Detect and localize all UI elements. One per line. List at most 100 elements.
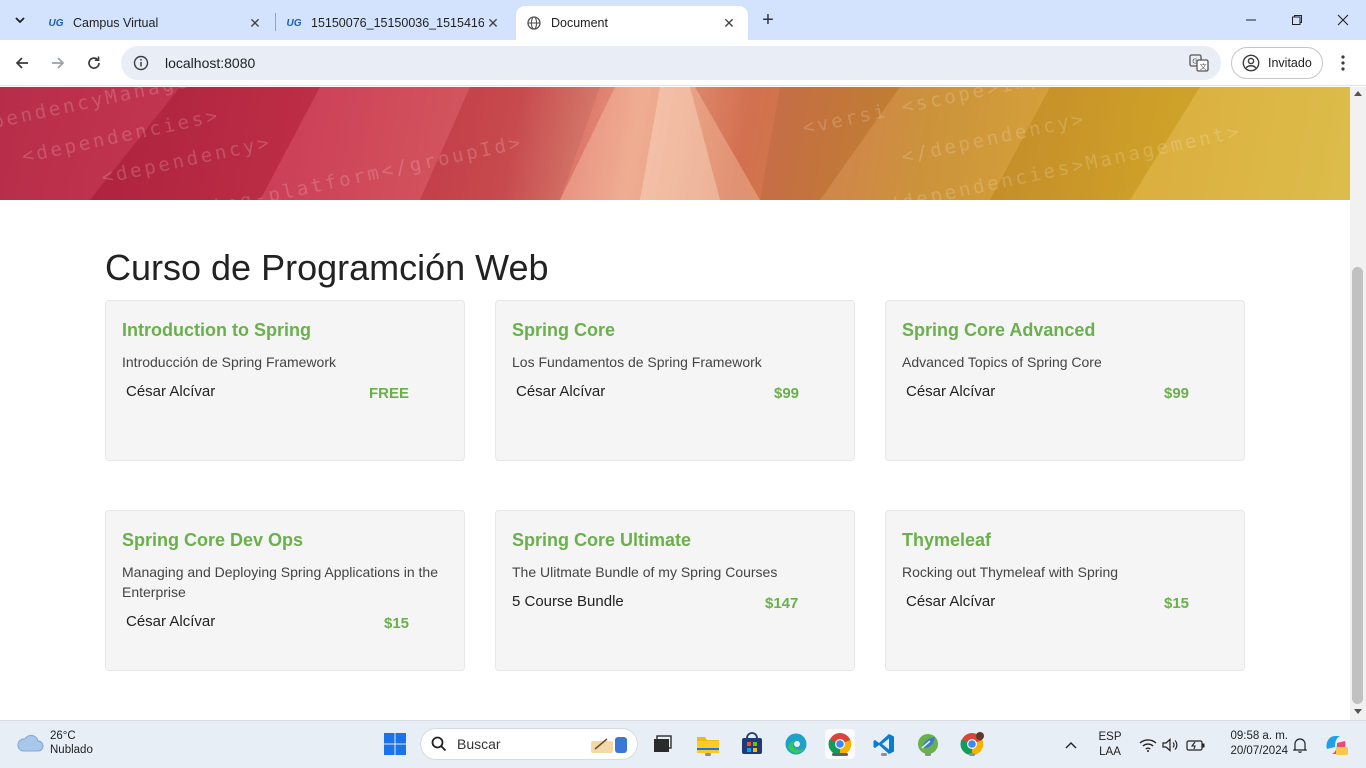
reload-icon xyxy=(88,56,100,69)
copilot-button[interactable] xyxy=(1320,721,1352,768)
course-author: César Alcívar xyxy=(906,383,996,400)
arrow-left-icon xyxy=(15,57,28,69)
back-button[interactable] xyxy=(8,49,36,77)
course-card[interactable]: Introduction to Spring Introducción de S… xyxy=(105,300,465,461)
vscode-button[interactable] xyxy=(869,729,899,759)
chrome-profile-button[interactable] xyxy=(957,729,987,759)
language-code: ESP xyxy=(1098,731,1122,743)
store-icon xyxy=(742,732,762,754)
chevron-up-icon xyxy=(1065,742,1077,749)
weather-temperature: 26°C xyxy=(50,730,76,742)
course-description: Advanced Topics of Spring Core xyxy=(902,354,1102,370)
course-author: César Alcívar xyxy=(126,383,216,400)
windows-logo-icon xyxy=(384,733,406,755)
course-price: $99 xyxy=(1164,385,1190,402)
address-bar[interactable]: localhost:8080 G文 xyxy=(121,46,1221,80)
show-hidden-icons-button[interactable] xyxy=(1060,721,1082,768)
hero-banner: pendencyManagem <dependencies> <dependen… xyxy=(0,87,1350,200)
copilot-icon xyxy=(1326,736,1348,755)
edge-icon xyxy=(785,733,807,755)
course-price: $15 xyxy=(1164,595,1190,612)
tab-campus-virtual[interactable]: UG Campus Virtual ✕ xyxy=(38,6,274,40)
close-tab-icon[interactable]: ✕ xyxy=(246,14,264,32)
browser-toolbar: localhost:8080 G文 Invitado xyxy=(0,40,1366,86)
close-tab-icon[interactable]: ✕ xyxy=(720,14,738,32)
scroll-up-arrow-icon[interactable] xyxy=(1354,91,1362,96)
course-price: $99 xyxy=(774,385,800,402)
course-card[interactable]: Spring Core Ultimate The Ulitmate Bundle… xyxy=(495,510,855,671)
url-text: localhost:8080 xyxy=(165,55,256,71)
course-card[interactable]: Spring Core Advanced Advanced Topics of … xyxy=(885,300,1245,461)
notifications-button[interactable] xyxy=(1290,721,1310,768)
course-title[interactable]: Spring Core Advanced xyxy=(902,320,1095,341)
store-button[interactable] xyxy=(737,729,767,759)
keyboard-layout: LAA xyxy=(1099,746,1121,758)
restore-icon xyxy=(1292,15,1302,25)
folder-icon xyxy=(697,737,719,753)
course-title[interactable]: Spring Core xyxy=(512,320,615,341)
reload-button[interactable] xyxy=(80,49,108,77)
translate-icon[interactable]: G文 xyxy=(1189,54,1209,72)
search-placeholder: Buscar xyxy=(457,736,501,752)
taskbar-search[interactable]: Buscar xyxy=(420,728,638,760)
wifi-status[interactable] xyxy=(1137,721,1159,768)
restore-button[interactable] xyxy=(1274,0,1320,40)
page-scrollbar[interactable] xyxy=(1350,87,1366,720)
course-price: FREE xyxy=(369,385,410,402)
wifi-icon xyxy=(1139,739,1157,752)
tab-search-button[interactable] xyxy=(6,6,34,34)
scroll-thumb[interactable] xyxy=(1352,267,1363,704)
close-tab-icon[interactable]: ✕ xyxy=(484,14,502,32)
course-card[interactable]: Thymeleaf Rocking out Thymeleaf with Spr… xyxy=(885,510,1245,671)
browser-menu-button[interactable] xyxy=(1333,51,1353,75)
course-title[interactable]: Thymeleaf xyxy=(902,530,991,551)
bell-icon xyxy=(1293,738,1307,753)
search-highlight-icon xyxy=(591,737,627,753)
minimize-button[interactable] xyxy=(1228,0,1274,40)
cloud-icon xyxy=(17,734,44,752)
battery-status[interactable] xyxy=(1184,721,1208,768)
close-icon xyxy=(1337,14,1349,26)
tab-document-ids[interactable]: UG 15150076_15150036_15154168 ✕ xyxy=(276,6,512,40)
tab-title: 15150076_15150036_15154168 xyxy=(311,16,484,30)
svg-text:G: G xyxy=(1192,58,1197,66)
course-card[interactable]: Spring Core Los Fundamentos de Spring Fr… xyxy=(495,300,855,461)
tab-strip: UG Campus Virtual ✕ UG 15150076_15150036… xyxy=(0,0,1366,40)
new-tab-button[interactable]: + xyxy=(756,8,780,32)
weather-condition: Nublado xyxy=(50,744,93,756)
tab-title: Campus Virtual xyxy=(73,16,159,30)
forward-button[interactable] xyxy=(44,49,72,77)
language-indicator[interactable]: ESP LAA xyxy=(1092,721,1128,768)
file-explorer-button[interactable] xyxy=(693,729,723,759)
volume-status[interactable] xyxy=(1160,721,1182,768)
arrow-right-icon xyxy=(52,57,65,69)
course-title[interactable]: Introduction to Spring xyxy=(122,320,311,341)
profile-label: Invitado xyxy=(1268,56,1312,70)
clock-date: 20/07/2024 xyxy=(1230,745,1288,757)
course-price: $147 xyxy=(765,595,799,612)
windows-taskbar: 26°C Nublado Buscar ESP LAA 09:58 a. m. … xyxy=(0,720,1366,768)
page-viewport: pendencyManagem <dependencies> <dependen… xyxy=(0,87,1350,720)
close-window-button[interactable] xyxy=(1320,0,1366,40)
info-icon[interactable] xyxy=(133,55,149,71)
running-indicator xyxy=(705,753,711,756)
profile-button[interactable]: Invitado xyxy=(1231,47,1323,79)
task-view-button[interactable] xyxy=(647,729,677,759)
start-button[interactable] xyxy=(380,729,410,759)
scroll-down-arrow-icon[interactable] xyxy=(1354,709,1362,714)
course-description: Introducción de Spring Framework xyxy=(122,354,336,370)
chrome-button[interactable] xyxy=(825,729,855,759)
edge-button[interactable] xyxy=(781,729,811,759)
running-indicator xyxy=(925,753,931,756)
weather-widget[interactable]: 26°C Nublado xyxy=(16,729,93,757)
account-circle-icon xyxy=(1242,54,1260,72)
course-title[interactable]: Spring Core Ultimate xyxy=(512,530,691,551)
course-card[interactable]: Spring Core Dev Ops Managing and Deployi… xyxy=(105,510,465,671)
course-title[interactable]: Spring Core Dev Ops xyxy=(122,530,303,551)
globe-icon xyxy=(526,15,542,31)
tab-document[interactable]: Document ✕ xyxy=(516,6,748,40)
system-clock[interactable]: 09:58 a. m. 20/07/2024 xyxy=(1216,729,1288,759)
chevron-down-icon xyxy=(15,17,25,24)
tab-title: Document xyxy=(551,16,608,30)
java-app-button[interactable] xyxy=(913,729,943,759)
